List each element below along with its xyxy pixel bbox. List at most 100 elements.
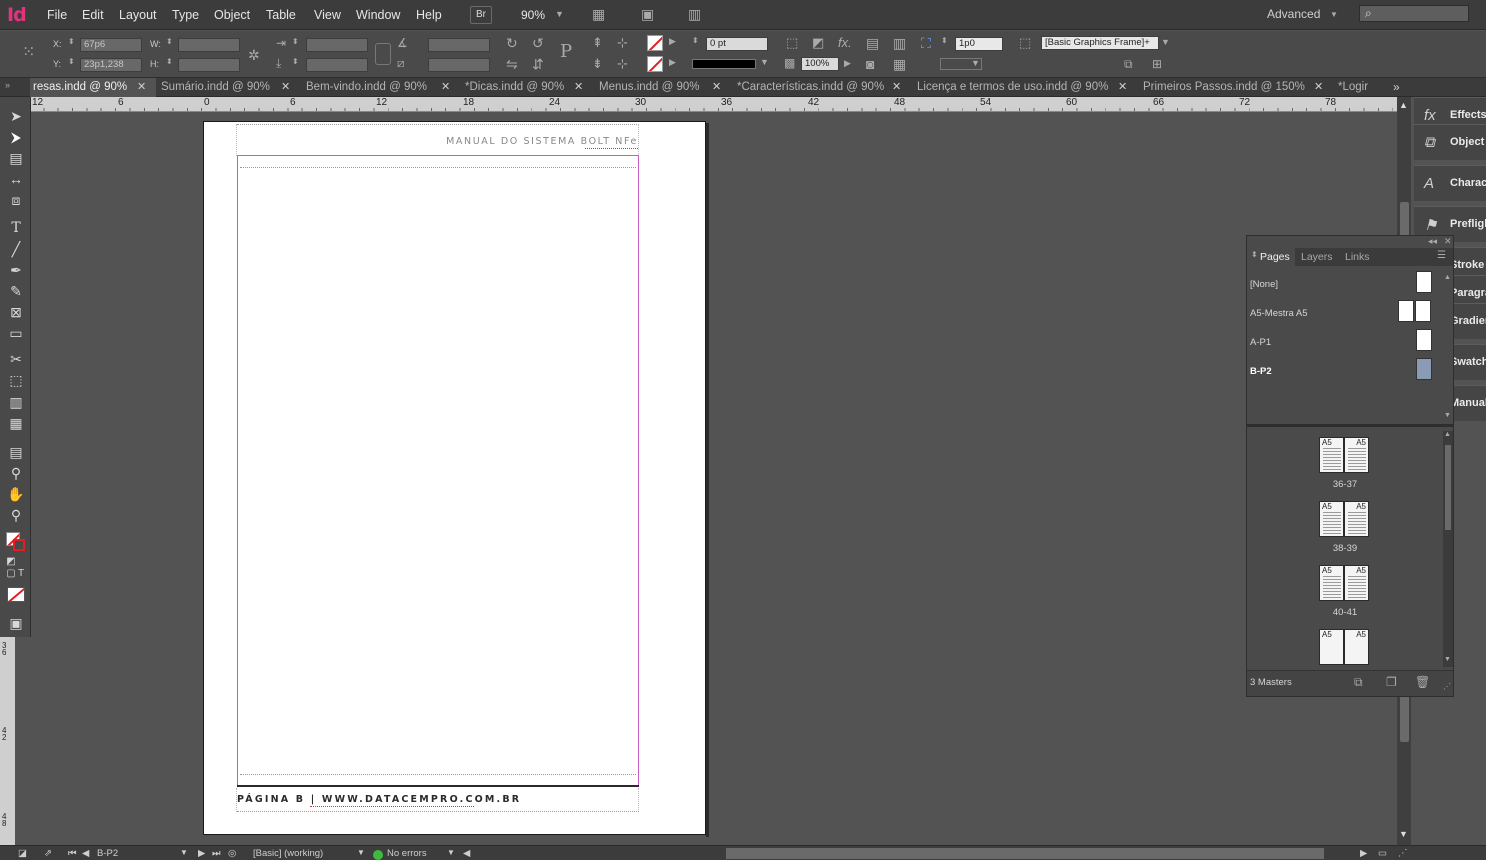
opacity-dropdown-icon[interactable]: ▶: [844, 59, 851, 68]
tab-licenca[interactable]: Licença e termos de uso.indd @ 90%: [917, 78, 1122, 97]
panel-menu-icon[interactable]: ☰: [1437, 251, 1446, 261]
x-field[interactable]: 67p6: [80, 38, 142, 52]
vertical-ruler[interactable]: 3 6 4 2 4 8: [0, 637, 15, 847]
shadow-icon[interactable]: ◩: [812, 36, 824, 49]
page-footer-text[interactable]: PÁGINA B | WWW.DATACEMPRO.COM.BR: [237, 794, 521, 805]
tab-links[interactable]: Links: [1340, 248, 1375, 266]
spread-thumbnail[interactable]: A5 A5: [1319, 565, 1371, 601]
scroll-left-icon[interactable]: ◀: [463, 848, 470, 859]
horizontal-scroll-thumb[interactable]: [726, 848, 1324, 859]
flip-vertical-icon[interactable]: ⇵: [532, 57, 544, 71]
object-style-field[interactable]: [Basic Graphics Frame]+: [1041, 36, 1159, 50]
scale-y-stepper[interactable]: ⬍: [292, 58, 299, 66]
effects-fx-icon[interactable]: fx.: [838, 36, 852, 49]
stroke-dropdown-icon[interactable]: ▶: [669, 58, 676, 67]
w-field[interactable]: [178, 38, 240, 52]
frame-fitting-stepper[interactable]: ⬍: [941, 37, 948, 45]
view-icon[interactable]: ◪: [18, 848, 27, 859]
tab-caracteristicas[interactable]: *Características.indd @ 90%: [737, 78, 897, 97]
scroll-up-icon[interactable]: ▲: [1399, 101, 1408, 110]
character-panel-button[interactable]: ACharacte: [1414, 165, 1486, 201]
page-dropdown-icon[interactable]: ▼: [180, 848, 188, 857]
master-row[interactable]: A5-Mestra A5: [1247, 299, 1443, 328]
zoom-navigator-icon[interactable]: ▭: [1378, 848, 1387, 859]
w-stepper[interactable]: ⬍: [166, 38, 173, 46]
scale-x-field[interactable]: [306, 38, 368, 52]
zoom-tool-icon[interactable]: ⚲: [6, 505, 26, 525]
pages-scroll-thumb[interactable]: [1445, 445, 1451, 530]
select-content-2-icon[interactable]: ⊹: [617, 57, 628, 70]
horizontal-ruler[interactable]: 12 6 0 6 12 18 24 30 36 42 48 54 60 66 7…: [30, 97, 1397, 112]
tab-close-icon[interactable]: ✕: [441, 78, 450, 97]
arrange-documents-icon[interactable]: ▥: [688, 7, 701, 21]
select-next-object-icon[interactable]: ⊹: [617, 36, 628, 49]
last-page-icon[interactable]: ⏭: [212, 848, 221, 859]
shear-field[interactable]: [428, 58, 490, 72]
profile-dropdown-icon[interactable]: ▼: [357, 848, 365, 857]
first-page-icon[interactable]: ⏮: [68, 848, 77, 859]
h-field[interactable]: [178, 58, 240, 72]
gap-tool-icon[interactable]: ↔: [6, 169, 26, 189]
resize-grip-icon[interactable]: ⋰: [1443, 683, 1451, 691]
tab-close-icon[interactable]: ✕: [1314, 78, 1323, 97]
errors-status[interactable]: No errors: [387, 848, 427, 859]
tab-close-icon[interactable]: ✕: [281, 78, 290, 97]
workspace-dropdown-icon[interactable]: ▼: [1330, 11, 1338, 19]
errors-dropdown-icon[interactable]: ▼: [447, 848, 455, 857]
stroke-color-icon[interactable]: [13, 539, 25, 551]
y-stepper[interactable]: ⬍: [68, 58, 75, 66]
new-page-icon[interactable]: ❐: [1386, 676, 1397, 688]
rotate-ccw-icon[interactable]: ↺: [532, 36, 544, 50]
open-page-icon[interactable]: ◎: [228, 848, 236, 859]
resize-grip-icon[interactable]: ⋰: [1398, 848, 1408, 859]
masters-scroll-up-icon[interactable]: ▲: [1444, 274, 1451, 281]
clear-overrides-icon[interactable]: ⧉: [1124, 58, 1133, 70]
zoom-dropdown-icon[interactable]: ▼: [555, 10, 564, 19]
tab-layers[interactable]: Layers: [1296, 248, 1338, 266]
tab-close-icon[interactable]: ✕: [574, 78, 583, 97]
menu-object[interactable]: Object: [214, 8, 250, 22]
stroke-type-field[interactable]: [692, 59, 756, 69]
menu-file[interactable]: File: [47, 8, 67, 22]
rectangle-frame-tool-icon[interactable]: ⊠: [6, 302, 26, 322]
preflight-profile[interactable]: [Basic] (working): [253, 848, 323, 859]
stroke-weight-field[interactable]: 0 pt: [706, 37, 768, 51]
reference-point-icon[interactable]: ⁙: [22, 45, 35, 61]
spread-thumbnail[interactable]: A5 A5: [1319, 629, 1371, 665]
masters-scroll-down-icon[interactable]: ▼: [1444, 412, 1451, 419]
tab-sumario[interactable]: Sumário.indd @ 90%: [161, 78, 301, 97]
y-field[interactable]: 23p1,238: [80, 58, 142, 72]
scissors-tool-icon[interactable]: ✂: [6, 349, 26, 369]
eyedropper-tool-icon[interactable]: ⚲: [6, 463, 26, 483]
master-row[interactable]: A-P1: [1247, 328, 1443, 357]
pencil-tool-icon[interactable]: ✎: [6, 281, 26, 301]
menu-table[interactable]: Table: [266, 8, 296, 22]
spread-thumbnail[interactable]: A5 A5: [1319, 501, 1371, 537]
scroll-down-icon[interactable]: ▼: [1399, 830, 1408, 839]
drop-shadow-icon[interactable]: ⬚: [786, 36, 798, 49]
document-page[interactable]: MANUAL DO SISTEMA BOLT NFe PÁGINA B | WW…: [203, 121, 706, 835]
selection-tool-icon[interactable]: ➤: [6, 106, 26, 126]
next-page-icon[interactable]: ▶: [198, 848, 205, 859]
scale-y-field[interactable]: [306, 58, 368, 72]
link-scale-icon[interactable]: [375, 43, 391, 65]
edit-page-size-icon[interactable]: ⧉: [1354, 676, 1363, 688]
object-style-dropdown-icon[interactable]: ▼: [1161, 38, 1170, 47]
master-row[interactable]: [None]: [1247, 270, 1443, 299]
stroke-type-dropdown-icon[interactable]: ▼: [760, 58, 769, 67]
panel-divider[interactable]: [1247, 424, 1453, 427]
screen-mode-tool-icon[interactable]: ▣: [6, 613, 26, 633]
opacity-field[interactable]: 100%: [801, 57, 839, 71]
pages-scroll-down-icon[interactable]: ▼: [1444, 656, 1451, 663]
hand-tool-icon[interactable]: ✋: [6, 484, 26, 504]
pen-tool-icon[interactable]: ✒: [6, 260, 26, 280]
gradient-swatch-tool-icon[interactable]: ▥: [6, 392, 26, 412]
rotate-field[interactable]: [428, 38, 490, 52]
close-panel-icon[interactable]: ✕: [1444, 237, 1452, 246]
content-collector-icon[interactable]: ⧈: [6, 190, 26, 210]
text-wrap-jump-icon[interactable]: ▦: [893, 57, 906, 71]
search-input[interactable]: ⌕: [1359, 5, 1469, 22]
text-wrap-shape-icon[interactable]: ◙: [866, 57, 874, 71]
tab-menus[interactable]: Menus.indd @ 90%: [599, 78, 729, 97]
zoom-level[interactable]: 90%: [521, 8, 545, 22]
